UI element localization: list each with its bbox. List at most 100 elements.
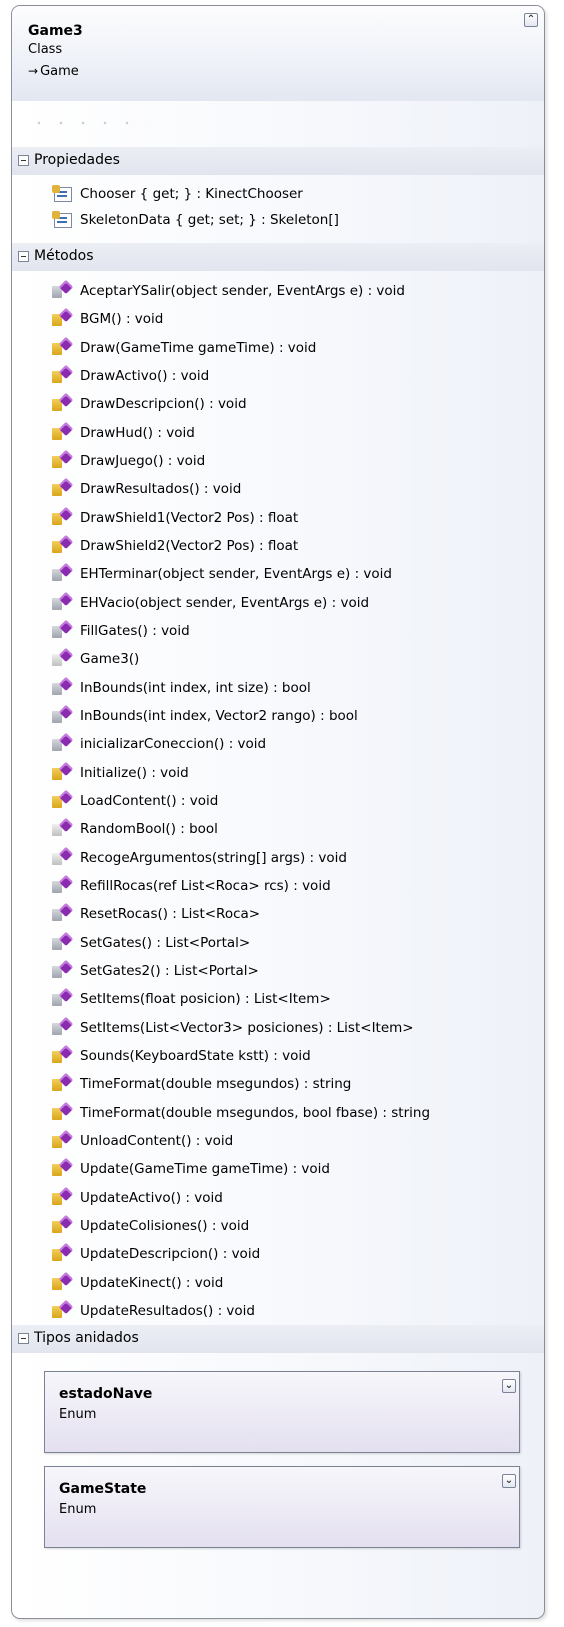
nested-type-GameState[interactable]: GameState Enum ⌄: [44, 1466, 520, 1548]
class-kind: Class: [28, 42, 63, 57]
method-row[interactable]: TimeFormat(double msegundos) : string: [52, 1073, 352, 1095]
member-signature: DrawActivo() : void: [80, 367, 210, 384]
base-class-name: Game: [40, 64, 79, 79]
method-row[interactable]: RandomBool() : bool: [52, 818, 218, 840]
method-row[interactable]: inicializarConeccion() : void: [52, 733, 267, 755]
property-icon: [52, 211, 74, 229]
method-row[interactable]: RecogeArgumentos(string[] args) : void: [52, 846, 347, 869]
method-icon: [52, 1044, 74, 1065]
public-method-icon: [52, 648, 74, 668]
method-row[interactable]: UnloadContent() : void: [52, 1129, 234, 1152]
section-nested-types[interactable]: Tipos anidados: [12, 1325, 544, 1353]
member-signature: inicializarConeccion() : void: [80, 736, 267, 753]
method-row[interactable]: DrawJuego() : void: [52, 449, 205, 472]
method-row[interactable]: DrawResultados() : void: [52, 478, 241, 500]
member-signature: LoadContent() : void: [80, 792, 219, 809]
method-row[interactable]: SetItems(float posicion) : List<Item>: [52, 988, 331, 1010]
method-row[interactable]: DrawShield2(Vector2 Pos) : float: [52, 534, 299, 557]
member-signature: TimeFormat(double msegundos, bool fbase)…: [80, 1104, 431, 1121]
member-signature: UnloadContent() : void: [80, 1132, 234, 1149]
method-row[interactable]: SetGates2() : List<Portal>: [52, 959, 259, 982]
method-row[interactable]: FillGates() : void: [52, 619, 190, 642]
expand-nested-button[interactable]: ⌄: [502, 1474, 516, 1488]
private-method-icon: [52, 733, 74, 753]
method-row[interactable]: DrawActivo() : void: [52, 364, 210, 387]
member-signature: UpdateKinect() : void: [80, 1274, 224, 1291]
expand-nested-button[interactable]: ⌄: [502, 1379, 516, 1393]
method-row[interactable]: UpdateDescripcion() : void: [52, 1243, 261, 1265]
section-methods[interactable]: Métodos: [12, 243, 544, 271]
member-signature: UpdateResultados() : void: [80, 1302, 255, 1319]
class-shape[interactable]: Game3 Class → Game ⌃ Propiedades Chooser …: [11, 5, 545, 1619]
member-signature: InBounds(int index, Vector2 rango) : boo…: [80, 707, 358, 724]
method-icon: [52, 336, 74, 357]
collapse-nested-types-icon[interactable]: [18, 1333, 29, 1344]
method-row[interactable]: SetItems(List<Vector3> posiciones) : Lis…: [52, 1016, 414, 1039]
method-row[interactable]: UpdateKinect() : void: [52, 1271, 224, 1294]
nested-type-estadoNave[interactable]: estadoNave Enum ⌄: [44, 1371, 520, 1453]
member-signature: DrawShield1(Vector2 Pos) : float: [80, 509, 299, 526]
method-row[interactable]: InBounds(int index, int size) : bool: [52, 676, 311, 699]
method-row[interactable]: AceptarYSalir(object sender, EventArgs e…: [52, 279, 405, 302]
method-icon: [52, 1186, 74, 1207]
method-row[interactable]: Update(GameTime gameTime) : void: [52, 1158, 330, 1180]
method-row[interactable]: LoadContent() : void: [52, 789, 219, 812]
method-row[interactable]: DrawDescripcion() : void: [52, 393, 247, 415]
method-row[interactable]: UpdateResultados() : void: [52, 1299, 255, 1322]
member-signature: Update(GameTime gameTime) : void: [80, 1161, 330, 1178]
member-signature: BGM() : void: [80, 311, 164, 328]
method-icon: [52, 1101, 74, 1122]
collapse-class-button[interactable]: ⌃: [524, 13, 538, 27]
public-method-icon: [52, 846, 74, 867]
member-signature: Sounds(KeyboardState kstt) : void: [80, 1047, 311, 1064]
method-row[interactable]: InBounds(int index, Vector2 rango) : boo…: [52, 704, 358, 727]
method-row[interactable]: BGM() : void: [52, 308, 164, 330]
method-row[interactable]: Game3(): [52, 648, 139, 670]
method-row[interactable]: Draw(GameTime gameTime) : void: [52, 336, 316, 359]
private-method-icon: [52, 704, 74, 725]
property-row[interactable]: Chooser { get; } : KinectChooser: [52, 185, 303, 205]
method-row[interactable]: SetGates() : List<Portal>: [52, 931, 250, 954]
member-signature: FillGates() : void: [80, 622, 190, 639]
method-icon: [52, 761, 74, 782]
method-icon: [52, 1158, 74, 1178]
method-row[interactable]: DrawHud() : void: [52, 421, 195, 444]
member-signature: EHVacio(object sender, EventArgs e) : vo…: [80, 594, 370, 611]
inheritance-arrow-icon: →: [28, 64, 39, 78]
method-row[interactable]: EHVacio(object sender, EventArgs e) : vo…: [52, 591, 370, 614]
member-signature: UpdateDescripcion() : void: [80, 1246, 261, 1263]
member-signature: SetGates2() : List<Portal>: [80, 962, 259, 979]
private-method-icon: [52, 591, 74, 612]
private-method-icon: [52, 279, 74, 300]
method-row[interactable]: UpdateActivo() : void: [52, 1186, 223, 1209]
method-row[interactable]: ResetRocas() : List<Roca>: [52, 903, 260, 925]
nested-type-name: estadoNave: [59, 1386, 153, 1402]
method-icon: [52, 478, 74, 498]
member-signature: UpdateColisiones() : void: [80, 1217, 250, 1234]
section-label: Tipos anidados: [34, 1330, 139, 1346]
nested-type-kind: Enum: [59, 1502, 97, 1517]
private-method-icon: [52, 903, 74, 923]
method-row[interactable]: DrawShield1(Vector2 Pos) : float: [52, 506, 299, 529]
collapse-properties-icon[interactable]: [18, 155, 29, 166]
property-row[interactable]: SkeletonData { get; set; } : Skeleton[]: [52, 211, 339, 231]
method-row[interactable]: EHTerminar(object sender, EventArgs e) :…: [52, 563, 392, 585]
private-method-icon: [52, 619, 74, 640]
member-signature: InBounds(int index, int size) : bool: [80, 679, 311, 696]
section-properties[interactable]: Propiedades: [12, 147, 544, 175]
collapse-methods-icon[interactable]: [18, 251, 29, 262]
member-signature: Chooser { get; } : KinectChooser: [80, 186, 303, 202]
class-header: Game3 Class → Game ⌃: [12, 6, 544, 101]
method-row[interactable]: UpdateColisiones() : void: [52, 1214, 250, 1237]
member-signature: TimeFormat(double msegundos) : string: [80, 1076, 352, 1093]
method-icon: [52, 1214, 74, 1235]
member-signature: DrawShield2(Vector2 Pos) : float: [80, 537, 299, 554]
method-row[interactable]: Initialize() : void: [52, 761, 189, 784]
method-row[interactable]: TimeFormat(double msegundos, bool fbase)…: [52, 1101, 431, 1124]
method-row[interactable]: RefillRocas(ref List<Roca> rcs) : void: [52, 874, 331, 897]
method-icon: [52, 789, 74, 810]
method-icon: [52, 449, 74, 470]
method-row[interactable]: Sounds(KeyboardState kstt) : void: [52, 1044, 311, 1067]
private-method-icon: [52, 931, 74, 952]
method-icon: [52, 421, 74, 442]
